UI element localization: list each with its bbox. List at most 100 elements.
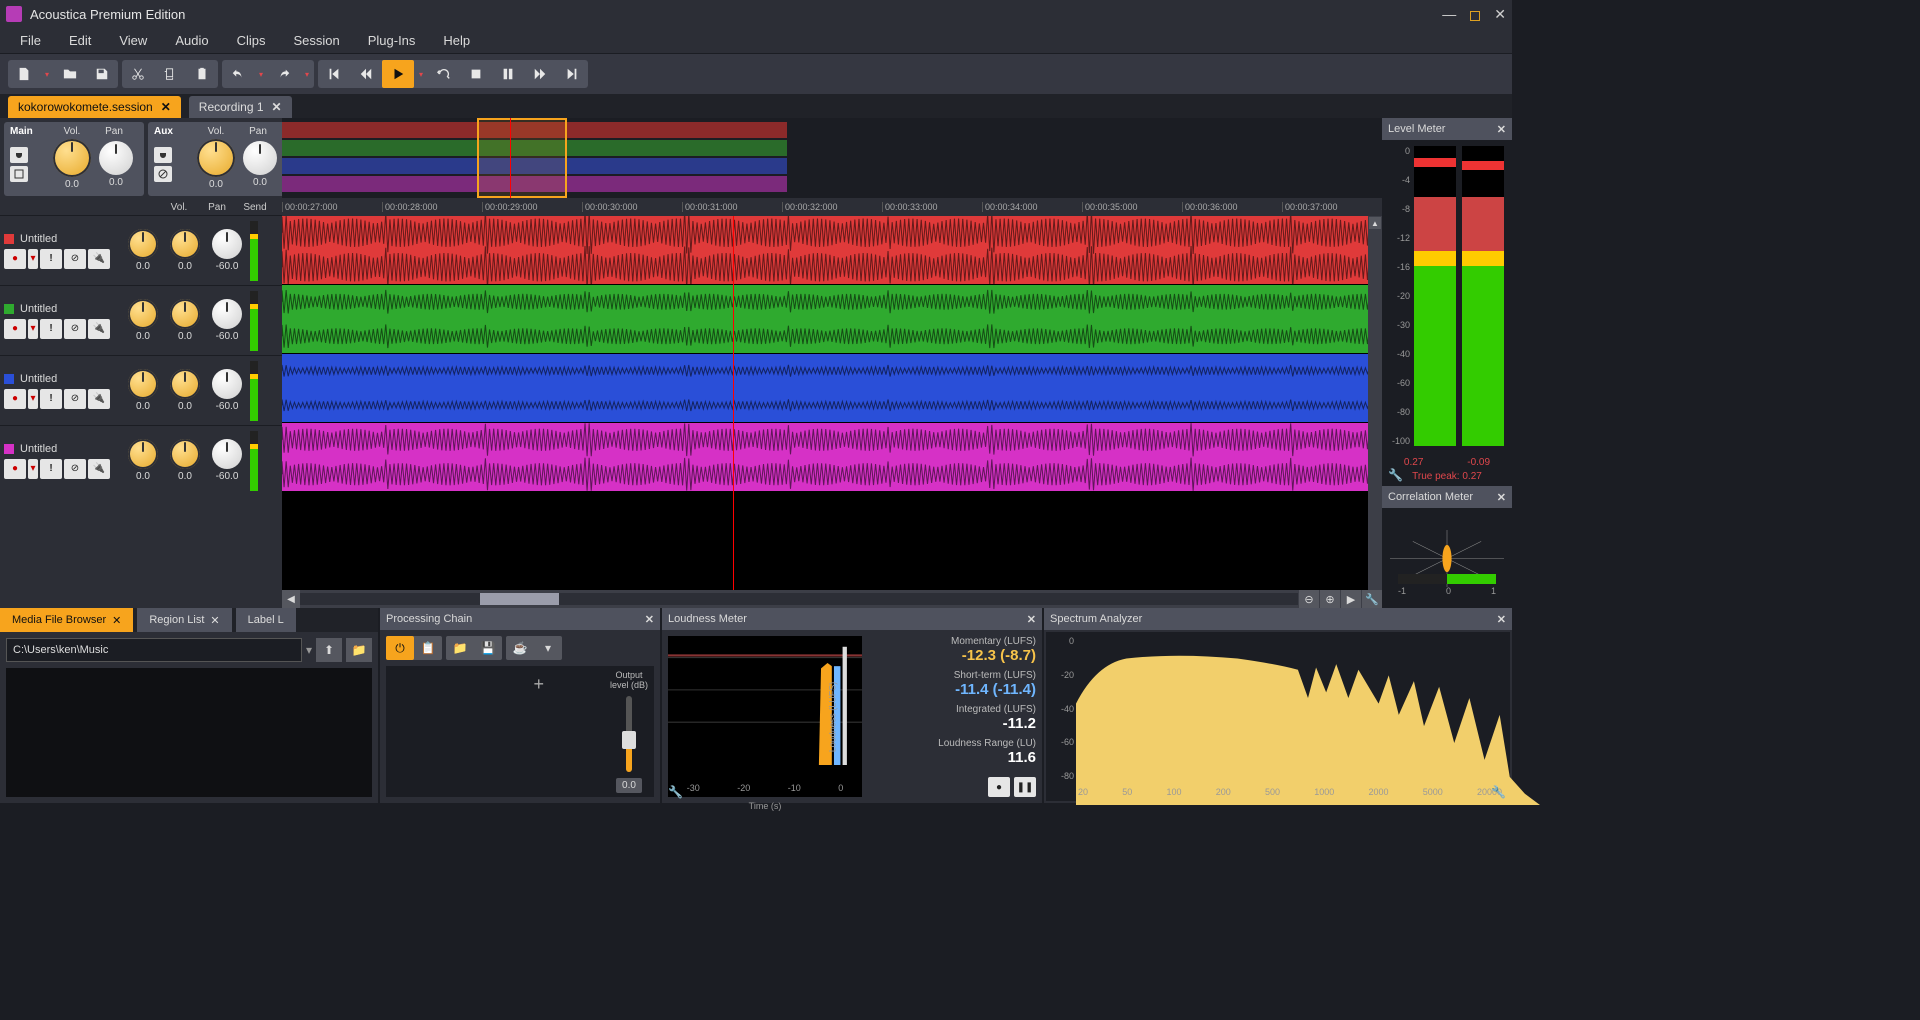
track-vol-knob[interactable] [128, 299, 158, 329]
waveform-clip[interactable] [282, 423, 1382, 492]
rec-dropdown[interactable]: ▾ [28, 319, 38, 339]
zoom-out-button[interactable]: ⊖ [1299, 590, 1319, 608]
track-vol-knob[interactable] [128, 229, 158, 259]
rec-dropdown[interactable]: ▾ [28, 389, 38, 409]
undo-dropdown[interactable] [254, 60, 268, 88]
close-tab-icon[interactable]: ✕ [272, 100, 282, 114]
mute-button[interactable]: ⊘ [64, 459, 86, 479]
add-effect-button[interactable]: + [533, 674, 544, 695]
master-out-icon[interactable] [10, 166, 28, 182]
new-dropdown[interactable] [40, 60, 54, 88]
main-vol-knob[interactable] [53, 139, 91, 177]
close-panel-icon[interactable]: ✕ [645, 613, 654, 626]
menu-help[interactable]: Help [429, 29, 484, 52]
record-arm-button[interactable] [4, 459, 26, 479]
session-tab-active[interactable]: kokorowokomete.session ✕ [8, 96, 181, 118]
scroll-thumb[interactable] [480, 593, 560, 605]
mute-button[interactable]: ⊘ [64, 319, 86, 339]
arrangement-view[interactable]: ▲ [282, 216, 1382, 590]
clipboard-icon[interactable]: 📋 [414, 636, 442, 660]
tab-region-list[interactable]: Region List✕ [137, 608, 231, 632]
track-vol-knob[interactable] [128, 439, 158, 469]
track-vol-knob[interactable] [128, 369, 158, 399]
close-button[interactable]: ✕ [1494, 6, 1506, 23]
track-pan-knob[interactable] [170, 369, 200, 399]
solo-button[interactable]: ! [40, 319, 62, 339]
fx-button[interactable]: 🔌 [88, 319, 110, 339]
solo-button[interactable]: ! [40, 389, 62, 409]
menu-edit[interactable]: Edit [55, 29, 105, 52]
menu-plugins[interactable]: Plug-Ins [354, 29, 430, 52]
aux-plug-icon[interactable] [154, 147, 172, 163]
menu-audio[interactable]: Audio [161, 29, 222, 52]
rewind-button[interactable] [350, 60, 382, 88]
pause-loud-button[interactable]: ❚❚ [1014, 777, 1036, 797]
save-icon[interactable]: 💾 [474, 636, 502, 660]
settings-icon[interactable]: 🔧 [1362, 590, 1382, 608]
track-send-knob[interactable] [212, 439, 242, 469]
tab-media-browser[interactable]: Media File Browser✕ [0, 608, 133, 632]
vertical-scrollbar[interactable]: ▲ [1368, 216, 1382, 590]
folder-icon[interactable]: 📁 [346, 638, 372, 662]
close-tab-icon[interactable]: ✕ [161, 100, 171, 114]
minimize-button[interactable]: — [1442, 6, 1456, 23]
waveform-clip[interactable] [282, 285, 1382, 354]
playhead[interactable] [733, 216, 734, 590]
play-button[interactable] [382, 60, 414, 88]
preset-icon[interactable]: ☕ [506, 636, 534, 660]
mute-button[interactable]: ⊘ [64, 389, 86, 409]
horizontal-scrollbar[interactable]: ◀ ⊖ ⊕ ▶ 🔧 [282, 590, 1382, 608]
maximize-button[interactable] [1470, 6, 1480, 23]
up-folder-icon[interactable]: ⬆ [316, 638, 342, 662]
rec-dropdown[interactable]: ▾ [28, 459, 38, 479]
fx-button[interactable]: 🔌 [88, 459, 110, 479]
menu-view[interactable]: View [105, 29, 161, 52]
wrench-icon[interactable]: 🔧 [1388, 468, 1403, 482]
scroll-left-icon[interactable]: ◀ [282, 590, 300, 608]
close-panel-icon[interactable]: ✕ [1497, 491, 1506, 504]
master-plug-icon[interactable] [10, 147, 28, 163]
skip-start-button[interactable] [318, 60, 350, 88]
output-level-slider[interactable] [626, 696, 632, 772]
stop-button[interactable] [460, 60, 492, 88]
save-button[interactable] [86, 60, 118, 88]
time-ruler[interactable]: 00:00:27:00000:00:28:00000:00:29:00000:0… [282, 198, 1382, 216]
session-overview[interactable] [282, 118, 1382, 198]
mute-button[interactable]: ⊘ [64, 249, 86, 269]
track-pan-knob[interactable] [170, 439, 200, 469]
redo-dropdown[interactable] [300, 60, 314, 88]
menu-session[interactable]: Session [279, 29, 353, 52]
close-panel-icon[interactable]: ✕ [1027, 613, 1036, 626]
undo-button[interactable] [222, 60, 254, 88]
aux-mute-icon[interactable] [154, 166, 172, 182]
pause-button[interactable] [492, 60, 524, 88]
skip-end-button[interactable] [556, 60, 588, 88]
open-icon[interactable]: 📁 [446, 636, 474, 660]
copy-button[interactable] [154, 60, 186, 88]
path-input[interactable] [6, 638, 302, 662]
solo-button[interactable]: ! [40, 459, 62, 479]
fx-button[interactable]: 🔌 [88, 389, 110, 409]
track-send-knob[interactable] [212, 229, 242, 259]
waveform-clip[interactable] [282, 216, 1382, 285]
menu-clips[interactable]: Clips [223, 29, 280, 52]
loop-button[interactable] [428, 60, 460, 88]
dropdown-icon[interactable]: ▾ [534, 636, 562, 660]
session-tab[interactable]: Recording 1 ✕ [189, 96, 292, 118]
solo-button[interactable]: ! [40, 249, 62, 269]
menu-file[interactable]: File [6, 29, 55, 52]
scroll-right-icon[interactable]: ▶ [1341, 590, 1361, 608]
record-arm-button[interactable] [4, 319, 26, 339]
paste-button[interactable] [186, 60, 218, 88]
zoom-in-button[interactable]: ⊕ [1320, 590, 1340, 608]
record-arm-button[interactable] [4, 389, 26, 409]
tab-label[interactable]: Label L [236, 608, 296, 632]
rec-dropdown[interactable]: ▾ [28, 249, 38, 269]
waveform-clip[interactable] [282, 354, 1382, 423]
fastforward-button[interactable] [524, 60, 556, 88]
open-button[interactable] [54, 60, 86, 88]
track-pan-knob[interactable] [170, 229, 200, 259]
wrench-icon[interactable]: 🔧 [1491, 785, 1506, 799]
fx-button[interactable]: 🔌 [88, 249, 110, 269]
track-pan-knob[interactable] [170, 299, 200, 329]
